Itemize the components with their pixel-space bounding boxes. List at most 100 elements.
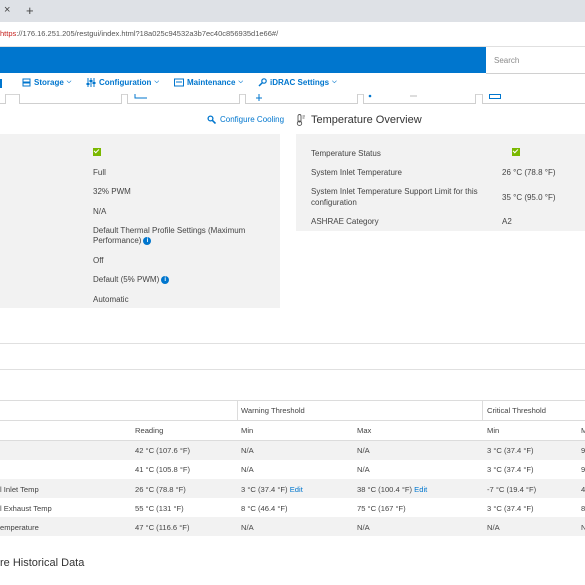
thermal-profile-line1: Default Thermal Profile Settings (Maximu… xyxy=(93,226,246,235)
search-placeholder: Search xyxy=(494,56,520,65)
quick-action-box[interactable] xyxy=(19,94,122,104)
thermal-profile-line2: Performance) xyxy=(93,236,142,245)
quick-action-box[interactable] xyxy=(363,94,476,104)
configure-cooling-link[interactable]: Configure Cooling xyxy=(207,115,284,124)
critical-max-cell: N xyxy=(581,523,585,532)
critical-threshold-header: Critical Threshold xyxy=(487,406,546,415)
nav-edge-marker xyxy=(0,79,2,88)
reading-cell: 26 °C (78.8 °F) xyxy=(135,485,186,494)
quick-action-box[interactable] xyxy=(245,94,358,104)
maintenance-icon xyxy=(174,78,184,87)
critical-min-cell: 3 °C (37.4 °F) xyxy=(487,446,534,455)
info-icon[interactable]: i xyxy=(143,236,152,245)
quick-action-icon xyxy=(368,94,417,98)
edit-warning-min-link[interactable]: Edit xyxy=(290,485,303,494)
critical-max-cell: 8 xyxy=(581,504,585,513)
sliders-icon xyxy=(86,78,96,87)
probe-name: emperature xyxy=(0,523,39,532)
reading-cell: 55 °C (131 °F) xyxy=(135,504,184,513)
url-protocol: https xyxy=(0,29,17,38)
quick-action-icon xyxy=(256,94,262,101)
nav-item-maintenance[interactable]: Maintenance ⌵ xyxy=(174,78,243,87)
chevron-down-icon: ⌵ xyxy=(238,79,244,85)
default-pwm-row: Default (5% PWM) i xyxy=(93,275,170,284)
url-rest: ://176.16.251.205/restgui/index.html?18a… xyxy=(16,29,279,38)
storage-icon xyxy=(22,78,31,87)
close-tab-icon[interactable]: × xyxy=(4,4,10,16)
chevron-down-icon: ⌵ xyxy=(66,79,72,85)
warning-min-cell: 8 °C (46.4 °F) xyxy=(241,504,288,513)
critical-min-cell: 3 °C (37.4 °F) xyxy=(487,504,534,513)
divider xyxy=(0,343,585,344)
nav-item-idrac-settings-label: iDRAC Settings xyxy=(270,78,330,87)
quick-action-box[interactable] xyxy=(127,94,240,104)
quick-action-icon xyxy=(134,94,147,99)
status-ok-icon xyxy=(512,148,521,156)
na-value: N/A xyxy=(93,207,107,216)
temperature-status-label: Temperature Status xyxy=(311,149,381,158)
column-header-critical-min[interactable]: Min xyxy=(487,426,499,435)
column-header-critical-max[interactable]: M xyxy=(581,426,585,435)
quick-action-box[interactable] xyxy=(482,94,585,104)
wrench-icon xyxy=(207,115,216,124)
browser-tab-strip xyxy=(0,0,585,22)
table-top-border xyxy=(0,400,585,401)
critical-min-cell: -7 °C (19.4 °F) xyxy=(487,485,537,494)
chevron-down-icon: ⌵ xyxy=(332,79,337,85)
warning-min-cell: 3 °C (37.4 °F) Edit xyxy=(241,485,303,494)
nav-item-storage[interactable]: Storage ⌵ xyxy=(22,78,71,87)
ashrae-category-label: ASHRAE Category xyxy=(311,217,379,226)
divider xyxy=(0,369,585,370)
warning-max-cell: N/A xyxy=(357,523,370,532)
warning-threshold-header: Warning Threshold xyxy=(241,406,305,415)
group-divider xyxy=(237,400,238,420)
warning-min-cell: N/A xyxy=(241,446,254,455)
new-tab-button[interactable]: + xyxy=(26,3,34,18)
warning-max-cell: 75 °C (167 °F) xyxy=(357,504,406,513)
quick-action-box[interactable] xyxy=(0,94,6,104)
critical-min-cell: N/A xyxy=(487,523,500,532)
default-pwm-value: Default (5% PWM) xyxy=(93,275,160,284)
warning-min-value: 3 °C (37.4 °F) xyxy=(241,485,288,494)
system-inlet-temperature-label: System Inlet Temperature xyxy=(311,168,403,177)
inlet-support-limit-value: 35 °C (95.0 °F) xyxy=(502,193,556,202)
column-header-reading[interactable]: Reading xyxy=(135,426,163,435)
info-icon[interactable]: i xyxy=(161,275,170,284)
reading-cell: 42 °C (107.6 °F) xyxy=(135,446,191,455)
inlet-support-limit-label-line1: System Inlet Temperature Support Limit f… xyxy=(311,187,478,196)
critical-max-cell: 9 xyxy=(581,465,585,474)
inlet-support-limit-label-line2: configuration xyxy=(311,198,357,207)
fan-speed-offset-value: Full xyxy=(93,168,106,177)
reading-cell: 41 °C (105.8 °F) xyxy=(135,465,191,474)
critical-max-cell: 9 xyxy=(581,446,585,455)
warning-min-cell: N/A xyxy=(241,465,254,474)
column-header-warning-min[interactable]: Min xyxy=(241,426,253,435)
url-text[interactable]: https://176.16.251.205/restgui/index.htm… xyxy=(0,29,278,38)
warning-max-cell: 38 °C (100.4 °F) Edit xyxy=(357,485,427,494)
critical-max-cell: 4 xyxy=(581,485,585,494)
ashrae-category-value: A2 xyxy=(502,217,512,226)
off-value: Off xyxy=(93,256,104,265)
thermal-profile-line2-row: Performance) i xyxy=(93,236,152,245)
critical-min-cell: 3 °C (37.4 °F) xyxy=(487,465,534,474)
configure-cooling-label: Configure Cooling xyxy=(220,115,285,124)
column-header-warning-max[interactable]: Max xyxy=(357,426,371,435)
status-ok-icon xyxy=(93,148,101,156)
minimum-fan-speed-value: 32% PWM xyxy=(93,187,131,196)
nav-item-idrac-settings[interactable]: iDRAC Settings ⌵ xyxy=(258,78,337,87)
nav-item-storage-label: Storage xyxy=(34,78,64,87)
warning-max-cell: N/A xyxy=(357,446,370,455)
nav-item-configuration[interactable]: Configuration ⌵ xyxy=(86,78,159,87)
edit-warning-max-link[interactable]: Edit xyxy=(414,485,427,494)
reading-cell: 47 °C (116.6 °F) xyxy=(135,523,190,532)
group-divider xyxy=(482,400,483,420)
warning-max-cell: N/A xyxy=(357,465,370,474)
warning-max-value: 38 °C (100.4 °F) xyxy=(357,485,413,494)
temperature-overview-title: Temperature Overview xyxy=(311,114,422,126)
thermometer-icon xyxy=(296,114,305,126)
system-inlet-temperature-value: 26 °C (78.8 °F) xyxy=(502,168,556,177)
quick-action-icon xyxy=(489,94,501,99)
header-divider xyxy=(0,420,585,421)
nav-item-configuration-label: Configuration xyxy=(99,78,152,87)
app-header-bar xyxy=(0,47,486,73)
